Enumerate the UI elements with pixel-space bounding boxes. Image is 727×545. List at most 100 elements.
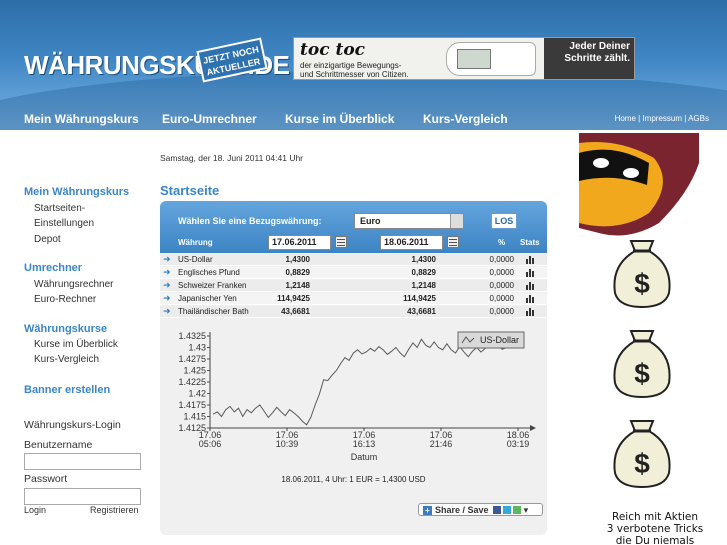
los-button[interactable]: LOS bbox=[491, 213, 517, 229]
plot-area bbox=[210, 336, 518, 428]
rate-date2: 43,6681 bbox=[407, 307, 436, 316]
rate-date2: 114,9425 bbox=[403, 294, 436, 303]
link-impressum[interactable]: Impressum bbox=[642, 114, 682, 123]
x-tick-label-time: 05:06 bbox=[199, 439, 222, 449]
money-bag-icon: $ bbox=[613, 240, 671, 309]
y-tick-label: 1.4225 bbox=[178, 377, 206, 387]
rate-percent: 0,0000 bbox=[489, 281, 514, 290]
share-save-button[interactable]: + Share / Save ▾ bbox=[418, 503, 543, 516]
register-link[interactable]: Registrieren bbox=[90, 505, 139, 515]
stats-icon[interactable] bbox=[526, 308, 535, 316]
twitter-icon bbox=[503, 506, 512, 514]
chevron-down-icon: ▾ bbox=[523, 505, 529, 515]
reference-currency-label: Wählen Sie eine Bezugswährung: bbox=[178, 216, 322, 226]
nav-mein-waehrungskurs[interactable]: Mein Währungskurs bbox=[24, 112, 139, 126]
rate-date1: 114,9425 bbox=[277, 294, 310, 303]
currency-panel: Wählen Sie eine Bezugswährung: Euro LOS … bbox=[160, 201, 547, 535]
sidebar-link-euro-rechner[interactable]: Euro-Rechner bbox=[34, 294, 96, 305]
calendar-icon[interactable] bbox=[447, 236, 459, 248]
calendar-icon[interactable] bbox=[335, 236, 347, 248]
nav-kurs-vergleich[interactable]: Kurs-Vergleich bbox=[423, 112, 508, 126]
facebook-icon bbox=[493, 506, 502, 514]
pedometer-image bbox=[446, 42, 536, 76]
ad-caption: Reich mit Aktien 3 verbotene Tricks die … bbox=[585, 511, 725, 545]
sidebar-link-depot[interactable]: Depot bbox=[34, 234, 61, 245]
link-home[interactable]: Home bbox=[615, 114, 636, 123]
x-tick-label-time: 21:46 bbox=[430, 439, 453, 449]
table-row[interactable]: ➜ Japanischer Yen 114,9425 114,9425 0,00… bbox=[160, 293, 547, 305]
username-input[interactable] bbox=[24, 453, 141, 470]
column-percent: % bbox=[498, 238, 506, 247]
sidebar-link-waehrungsrechner[interactable]: Währungsrechner bbox=[34, 279, 113, 290]
table-row[interactable]: ➜ US-Dollar 1,4300 1,4300 0,0000 bbox=[160, 254, 547, 266]
table-row[interactable]: ➜ Englisches Pfund 0,8829 0,8829 0,0000 bbox=[160, 267, 547, 279]
table-row[interactable]: ➜ Schweizer Franken 1,2148 1,2148 0,0000 bbox=[160, 280, 547, 292]
arrow-right-icon[interactable]: ➜ bbox=[163, 280, 171, 291]
rate-percent: 0,0000 bbox=[489, 294, 514, 303]
currency-name[interactable]: US-Dollar bbox=[178, 255, 213, 264]
password-input[interactable] bbox=[24, 488, 141, 505]
sidebar-link-einstellungen[interactable]: Einstellungen bbox=[34, 218, 94, 229]
rate-percent: 0,0000 bbox=[489, 307, 514, 316]
currency-name[interactable]: Japanischer Yen bbox=[178, 294, 237, 303]
column-stats: Stats bbox=[520, 238, 540, 247]
currency-name[interactable]: Schweizer Franken bbox=[178, 281, 246, 290]
ad-brand: toc toc bbox=[300, 40, 366, 60]
login-link[interactable]: Login bbox=[24, 505, 46, 515]
rate-date1: 0,8829 bbox=[285, 268, 310, 277]
ad-description-line2: und Schrittmesser von Citizen. bbox=[300, 70, 409, 79]
rate-date1: 1,4300 bbox=[285, 255, 310, 264]
y-tick-label: 1.4175 bbox=[178, 400, 206, 410]
y-tick-label: 1.425 bbox=[183, 366, 206, 376]
password-label: Passwort bbox=[24, 473, 68, 485]
arrow-right-icon[interactable]: ➜ bbox=[163, 267, 171, 278]
y-tick-label: 1.4325 bbox=[178, 331, 206, 341]
arrow-right-icon[interactable]: ➜ bbox=[163, 306, 171, 317]
sidebar-banner-erstellen[interactable]: Banner erstellen bbox=[24, 384, 110, 396]
header-ad-banner[interactable]: toc toc der einzigartige Bewegungs- und … bbox=[293, 37, 635, 80]
reference-currency-select[interactable]: Euro bbox=[354, 213, 464, 229]
sidebar-link-startseiten[interactable]: Startseiten- bbox=[34, 203, 85, 214]
right-ad[interactable]: $ $ $ Reich mit Aktien 3 verbotene Trick… bbox=[579, 133, 727, 545]
money-bag-icon: $ bbox=[613, 330, 671, 399]
date-to-input[interactable]: 18.06.2011 bbox=[380, 235, 443, 250]
legend-label: US-Dollar bbox=[480, 335, 519, 345]
stats-icon[interactable] bbox=[526, 282, 535, 290]
table-row[interactable]: ➜ Thailändischer Bath 43,6681 43,6681 0,… bbox=[160, 306, 547, 318]
main-navigation: Mein Währungskurs Euro-Umrechner Kurse i… bbox=[0, 108, 727, 130]
sidebar-link-kurs-vergleich[interactable]: Kurs-Vergleich bbox=[34, 354, 99, 365]
sidebar-heading-umrechner[interactable]: Umrechner bbox=[24, 262, 82, 274]
nav-euro-umrechner[interactable]: Euro-Umrechner bbox=[162, 112, 257, 126]
rate-date1: 43,6681 bbox=[281, 307, 310, 316]
x-tick-label-time: 10:39 bbox=[276, 439, 299, 449]
money-bag-icon: $ bbox=[613, 420, 671, 489]
sidebar-link-kurse-im-ueberblick[interactable]: Kurse im Überblick bbox=[34, 339, 118, 350]
nav-kurse-im-ueberblick[interactable]: Kurse im Überblick bbox=[285, 112, 394, 126]
rate-percent: 0,0000 bbox=[489, 268, 514, 277]
ad-caption-line2: 3 verbotene Tricks bbox=[606, 523, 704, 535]
y-tick-label: 1.43 bbox=[188, 343, 206, 353]
rate-date2: 0,8829 bbox=[411, 268, 436, 277]
reference-currency-value: Euro bbox=[360, 216, 381, 226]
sidebar-heading-mein-waehrungskurs[interactable]: Mein Währungskurs bbox=[24, 186, 129, 198]
y-tick-label: 1.415 bbox=[183, 412, 206, 422]
arrow-right-icon[interactable]: ➜ bbox=[163, 293, 171, 304]
ad-tagline: Jeder Deiner Schritte zählt. bbox=[544, 38, 634, 79]
ad-tagline-line1: Jeder Deiner bbox=[569, 41, 630, 52]
rate-date1: 1,2148 bbox=[285, 281, 310, 290]
y-tick-label: 1.42 bbox=[188, 389, 206, 399]
date-from-input[interactable]: 17.06.2011 bbox=[268, 235, 331, 250]
exchange-rate-chart: 1.4325 1.431.4275 1.4251.4225 1.421.4175 1.4… bbox=[178, 331, 536, 462]
currency-name[interactable]: Englisches Pfund bbox=[178, 268, 240, 277]
rate-summary: 18.06.2011, 4 Uhr: 1 EUR = 1,4300 USD bbox=[281, 475, 426, 484]
sidebar-heading-waehrungskurse[interactable]: Währungskurse bbox=[24, 323, 107, 335]
utility-links: Home | Impressum | AGBs bbox=[614, 114, 709, 123]
stats-icon[interactable] bbox=[526, 256, 535, 264]
username-label: Benutzername bbox=[24, 439, 93, 451]
rate-percent: 0,0000 bbox=[489, 255, 514, 264]
arrow-right-icon[interactable]: ➜ bbox=[163, 254, 171, 265]
link-agbs[interactable]: AGBs bbox=[688, 114, 709, 123]
currency-name[interactable]: Thailändischer Bath bbox=[178, 307, 249, 316]
stats-icon[interactable] bbox=[526, 295, 535, 303]
stats-icon[interactable] bbox=[526, 269, 535, 277]
